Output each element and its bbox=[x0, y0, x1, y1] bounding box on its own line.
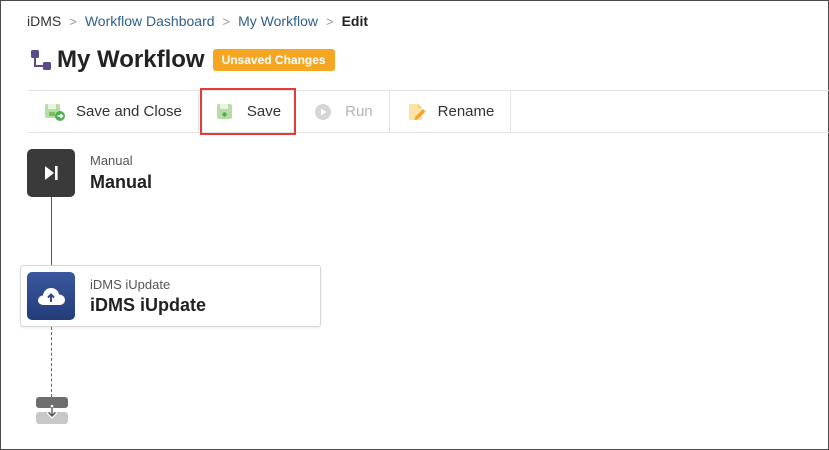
save-and-close-button[interactable]: Save and Close bbox=[28, 91, 199, 132]
unsaved-changes-badge: Unsaved Changes bbox=[212, 49, 335, 71]
app-frame: iDMS > Workflow Dashboard > My Workflow … bbox=[0, 0, 829, 450]
add-step-icon[interactable] bbox=[36, 397, 68, 425]
cloud-upload-icon bbox=[38, 288, 65, 305]
manual-trigger-node[interactable] bbox=[27, 149, 75, 197]
breadcrumb-edit: Edit bbox=[341, 13, 369, 29]
breadcrumb-workflow-dashboard[interactable]: Workflow Dashboard bbox=[85, 13, 215, 29]
save-icon bbox=[215, 102, 237, 122]
trigger-type-label: Manual bbox=[90, 153, 133, 168]
save-label: Save bbox=[246, 103, 282, 120]
run-label: Run bbox=[345, 103, 373, 120]
connector-line bbox=[51, 197, 52, 265]
save-close-icon bbox=[44, 102, 66, 122]
rename-button[interactable]: Rename bbox=[390, 91, 512, 132]
skip-forward-icon bbox=[45, 166, 58, 180]
save-and-close-label: Save and Close bbox=[76, 103, 182, 120]
rename-icon bbox=[406, 102, 428, 122]
step-name-label: iDMS iUpdate bbox=[90, 295, 207, 315]
breadcrumb: iDMS > Workflow Dashboard > My Workflow … bbox=[27, 12, 368, 30]
workflow-icon bbox=[29, 48, 53, 72]
title-row: My Workflow Unsaved Changes bbox=[29, 44, 335, 76]
save-button[interactable]: Save bbox=[199, 88, 297, 135]
breadcrumb-my-workflow[interactable]: My Workflow bbox=[238, 13, 318, 29]
workflow-step-card[interactable]: iDMS iUpdate iDMS iUpdate bbox=[20, 265, 321, 327]
breadcrumb-separator-icon: > bbox=[325, 13, 334, 29]
rename-label: Rename bbox=[437, 103, 495, 120]
breadcrumb-separator-icon: > bbox=[222, 13, 231, 29]
iupdate-node-icon bbox=[27, 272, 75, 320]
breadcrumb-separator-icon: > bbox=[69, 13, 77, 29]
breadcrumb-idms[interactable]: iDMS bbox=[27, 13, 61, 29]
connector-dashed-line bbox=[51, 327, 52, 397]
run-button[interactable]: Run bbox=[297, 91, 390, 132]
play-icon bbox=[313, 102, 335, 122]
toolbar: Save and Close Save Run Rename bbox=[28, 88, 829, 135]
trigger-name-label: Manual bbox=[90, 172, 153, 192]
step-type-label: iDMS iUpdate bbox=[90, 277, 171, 292]
page-title: My Workflow bbox=[57, 46, 205, 73]
